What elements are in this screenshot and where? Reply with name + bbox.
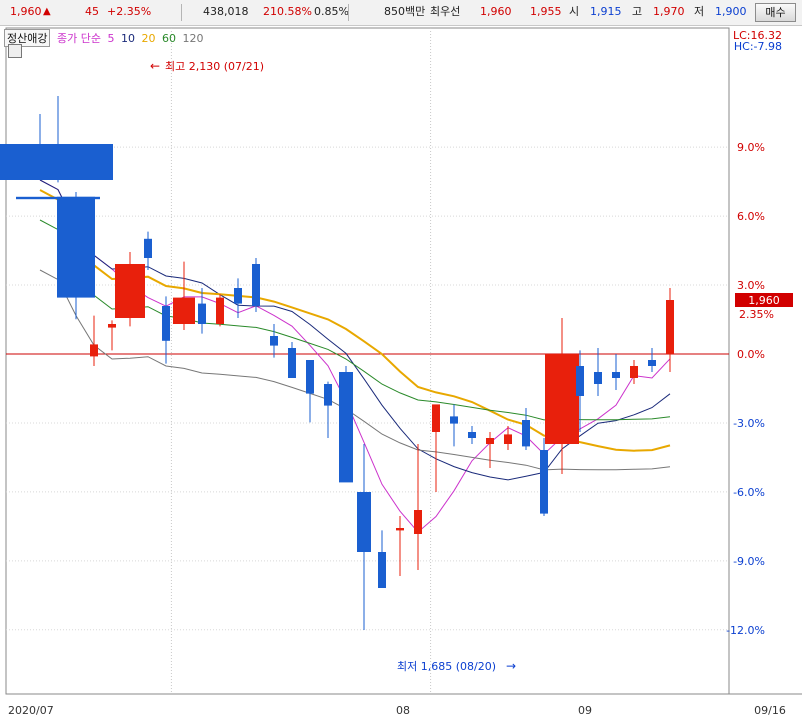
candle-body <box>576 366 584 396</box>
buy-button[interactable]: 매수 <box>755 3 796 22</box>
candle-body <box>108 324 116 328</box>
candle-body <box>324 384 332 406</box>
candle-body <box>216 297 224 324</box>
grid-settings-icon[interactable] <box>8 44 22 58</box>
x-tick-label: 08 <box>396 704 410 717</box>
ma60-legend: 60 <box>161 32 176 45</box>
ma20-legend: 20 <box>141 32 156 45</box>
quote-toolbar: 1,960 ▲ 45 +2.35% 438,018 210.58% 0.85% … <box>0 0 802 26</box>
ma120-legend: 120 <box>182 32 204 45</box>
y-tick-label: 0.0% <box>737 348 765 361</box>
candle-body <box>357 492 371 552</box>
candle-body <box>504 434 512 444</box>
candle-body <box>378 552 386 588</box>
up-triangle-icon: ▲ <box>43 6 51 17</box>
left-arrow-icon: ← <box>150 59 160 73</box>
max-price-annotation: 최고 2,130 (07/21) <box>165 60 264 73</box>
y-tick-label: -6.0% <box>733 486 765 499</box>
volume-ratio: 210.58% <box>263 5 312 18</box>
candle-body <box>115 264 145 318</box>
candle-body <box>90 344 98 357</box>
candle-body <box>173 297 195 324</box>
candle-body <box>162 306 170 341</box>
plot-area <box>5 27 730 695</box>
candle-body <box>486 438 494 444</box>
candle-body <box>612 372 620 378</box>
candle-body <box>540 450 548 514</box>
ma5-legend: 5 <box>107 32 115 45</box>
candle-body <box>666 300 674 354</box>
y-tick-label: 6.0% <box>737 210 765 223</box>
separator <box>181 4 182 21</box>
y-tick-label: -3.0% <box>733 417 765 430</box>
candle-body <box>594 372 602 384</box>
open-label: 시 <box>569 5 580 18</box>
current-price: 1,960 <box>10 5 42 18</box>
volume: 438,018 <box>203 5 249 18</box>
candle-body <box>522 420 530 447</box>
best-ask-price: 1,960 <box>480 5 512 18</box>
candlestick-chart[interactable]: 9.0%6.0%3.0%0.0%-3.0%-6.0%-9.0%-12.0%202… <box>0 26 802 720</box>
candle-body <box>630 366 638 378</box>
low-label: 저 <box>694 5 705 18</box>
hc-label: HC:-7.98 <box>734 40 782 53</box>
best-bid-price: 1,955 <box>530 5 562 18</box>
candle-body <box>545 354 579 444</box>
candle-body <box>288 348 296 378</box>
price-change: 45 <box>85 5 99 18</box>
candle-body <box>0 144 113 180</box>
candle-body <box>648 360 656 366</box>
min-price-annotation: 최저 1,685 (08/20) <box>397 660 496 673</box>
y-tick-label: 3.0% <box>737 279 765 292</box>
candle-body <box>468 432 476 438</box>
candle-body <box>450 416 458 424</box>
candle-body <box>57 196 95 298</box>
x-tick-label: 09 <box>578 704 592 717</box>
ma10-legend: 10 <box>120 32 135 45</box>
candle-body <box>396 528 404 531</box>
y-tick-label: -12.0% <box>726 624 765 637</box>
x-tick-label: 09/16 <box>754 704 786 717</box>
candle-body <box>270 336 278 346</box>
y-tick-label: 9.0% <box>737 141 765 154</box>
trade-amount: 850백만 <box>384 5 426 18</box>
candle-body <box>432 404 440 432</box>
candle-body <box>144 238 152 258</box>
best-bid-label: 최우선 <box>430 5 461 18</box>
candle-body <box>234 288 242 304</box>
y-tick-label: -9.0% <box>733 555 765 568</box>
candle-body <box>198 303 206 324</box>
low-price: 1,900 <box>715 5 747 18</box>
ma-label: 종가 단순 <box>56 32 101 45</box>
high-price: 1,970 <box>653 5 685 18</box>
candle-body <box>339 372 353 483</box>
chart-legend: 정산애강 종가 단순 5 10 20 60 120 <box>4 29 206 47</box>
current-price-label: 1,960 <box>748 294 780 307</box>
candle-body <box>414 510 422 534</box>
x-tick-label: 2020/07 <box>8 704 54 717</box>
candle-body <box>306 360 314 394</box>
high-label: 고 <box>632 5 643 18</box>
price-change-pct: +2.35% <box>107 5 152 18</box>
separator <box>348 4 349 21</box>
candle-body <box>252 264 260 306</box>
right-arrow-icon: → <box>506 659 516 673</box>
open-price: 1,915 <box>590 5 622 18</box>
turnover-rate: 0.85% <box>314 5 349 18</box>
current-pct-label: 2.35% <box>739 308 774 321</box>
